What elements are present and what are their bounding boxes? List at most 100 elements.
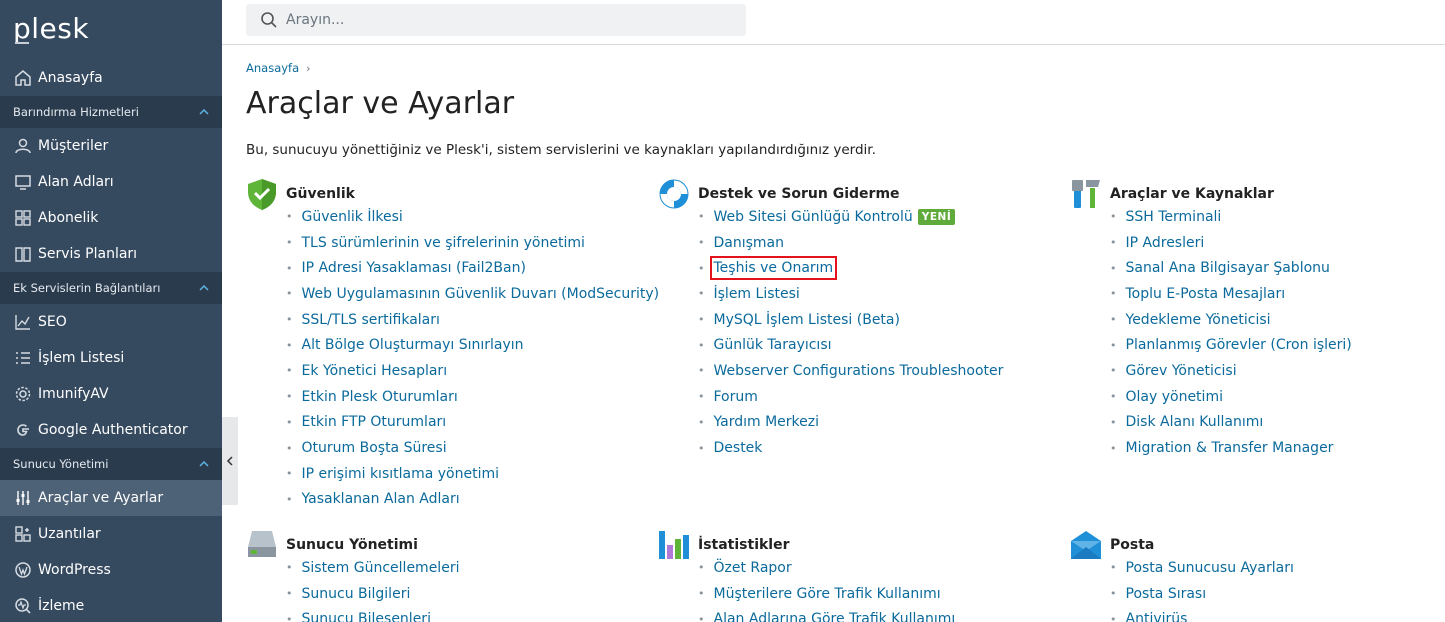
chart-icon — [13, 312, 33, 332]
link-tls-management[interactable]: TLS sürümlerinin ve şifrelerinin yönetim… — [286, 230, 659, 256]
link-diagnose-repair[interactable]: Teşhis ve Onarım — [698, 255, 1003, 281]
search-icon — [261, 12, 277, 28]
sidebar-item-extensions[interactable]: Uzantılar — [0, 516, 222, 552]
link-forum[interactable]: Forum — [698, 384, 1003, 410]
link-server-components[interactable]: Sunucu Bileşenleri — [286, 606, 459, 622]
server-icon — [248, 531, 276, 557]
link-webserver-troubleshooter[interactable]: Webserver Configurations Troubleshooter — [698, 358, 1004, 384]
link-system-updates[interactable]: Sistem Güncellemeleri — [286, 555, 460, 581]
sidebar: plesk Anasayfa Barındırma Hizmetleri Müş… — [0, 0, 222, 622]
link-migration-manager[interactable]: Migration & Transfer Manager — [1110, 435, 1352, 461]
sidebar-item-subscriptions[interactable]: Abonelik — [0, 200, 222, 236]
link-session-idle[interactable]: Oturum Boşta Süresi — [286, 435, 659, 461]
link-scheduled-tasks[interactable]: Planlanmış Görevler (Cron işleri) — [1110, 332, 1352, 358]
link-server-info[interactable]: Sunucu Bilgileri — [286, 581, 459, 607]
link-ssl-certificates[interactable]: SSL/TLS sertifikaları — [286, 307, 659, 333]
link-mail-server-settings[interactable]: Posta Sunucusu Ayarları — [1110, 555, 1294, 581]
sidebar-item-service-plans[interactable]: Servis Planları — [0, 236, 222, 272]
breadcrumb: Anasayfa › — [246, 61, 311, 75]
breadcrumb-home-link[interactable]: Anasayfa — [246, 61, 299, 75]
wordpress-icon — [13, 560, 33, 580]
link-ip-access[interactable]: IP erişimi kısıtlama yönetimi — [286, 461, 659, 487]
top-bar — [222, 0, 1445, 45]
sidebar-item-monitoring[interactable]: İzleme — [0, 588, 222, 622]
shield-check-icon — [248, 179, 276, 210]
chevron-up-icon — [199, 284, 209, 291]
link-ftp-sessions[interactable]: Etkin FTP Oturumları — [286, 410, 659, 436]
sidebar-item-process-list[interactable]: İşlem Listesi — [0, 340, 222, 376]
monitoring-icon — [13, 596, 33, 616]
link-mysql-process-list[interactable]: MySQL İşlem Listesi (Beta) — [698, 307, 1003, 333]
monitor-icon — [13, 172, 33, 192]
home-icon — [13, 68, 33, 88]
section-server-management[interactable]: Sunucu Yönetimi — [0, 448, 222, 480]
new-badge: YENİ — [917, 208, 956, 225]
highlight-box: Teşhis ve Onarım — [709, 256, 838, 281]
link-website-log-check[interactable]: Web Sitesi Günlüğü KontrolüYENİ — [698, 204, 1003, 230]
link-vhost-template[interactable]: Sanal Ana Bilgisayar Şablonu — [1110, 255, 1352, 281]
puzzle-icon — [13, 524, 33, 544]
link-plesk-sessions[interactable]: Etkin Plesk Oturumları — [286, 384, 659, 410]
google-icon — [13, 420, 33, 440]
link-additional-admins[interactable]: Ek Yönetici Hesapları — [286, 358, 659, 384]
sidebar-item-tools-settings[interactable]: Araçlar ve Ayarlar — [0, 480, 222, 516]
sidebar-item-google-authenticator[interactable]: Google Authenticator — [0, 412, 222, 448]
link-forbidden-domains[interactable]: Yasaklanan Alan Adları — [286, 487, 659, 513]
link-support[interactable]: Destek — [698, 435, 1003, 461]
link-traffic-by-customers[interactable]: Müşterilere Göre Trafik Kullanımı — [698, 581, 955, 607]
link-antivirus[interactable]: Antivirüs — [1110, 606, 1294, 622]
link-ip-addresses[interactable]: IP Adresleri — [1110, 230, 1352, 256]
sidebar-item-wordpress[interactable]: WordPress — [0, 552, 222, 588]
grid-icon — [13, 208, 33, 228]
group-title: Güvenlik — [286, 186, 355, 202]
link-traffic-by-domains[interactable]: Alan Adlarına Göre Trafik Kullanımı — [698, 606, 956, 622]
sidebar-item-domains[interactable]: Alan Adları — [0, 164, 222, 200]
list-icon — [13, 348, 33, 368]
page-description: Bu, sunucuyu yönettiğiniz ve Plesk'i, si… — [246, 142, 876, 158]
lifebuoy-icon — [659, 179, 689, 209]
link-process-list[interactable]: İşlem Listesi — [698, 281, 1003, 307]
link-advisor[interactable]: Danışman — [698, 230, 1003, 256]
link-mail-queue[interactable]: Posta Sırası — [1110, 581, 1294, 607]
chevron-left-icon — [226, 456, 233, 466]
link-security-policy[interactable]: Güvenlik İlkesi — [286, 204, 659, 230]
link-log-browser[interactable]: Günlük Tarayıcısı — [698, 332, 1003, 358]
group-title: Sunucu Yönetimi — [286, 537, 418, 553]
section-extra-services[interactable]: Ek Servislerin Bağlantıları — [0, 272, 222, 304]
chevron-up-icon — [199, 460, 209, 467]
group-title: Destek ve Sorun Giderme — [698, 186, 900, 202]
group-title: Araçlar ve Kaynaklar — [1110, 186, 1274, 202]
link-task-manager[interactable]: Görev Yöneticisi — [1110, 358, 1352, 384]
chevron-right-icon: › — [306, 61, 311, 75]
sidebar-item-seo[interactable]: SEO — [0, 304, 222, 340]
sidebar-item-home[interactable]: Anasayfa — [0, 60, 222, 96]
tools-icon — [1072, 180, 1100, 208]
link-summary-report[interactable]: Özet Rapor — [698, 555, 955, 581]
mail-icon — [1071, 531, 1101, 559]
link-help-center[interactable]: Yardım Merkezi — [698, 410, 1003, 436]
link-modsecurity[interactable]: Web Uygulamasının Güvenlik Duvarı (ModSe… — [286, 281, 660, 307]
sliders-icon — [13, 488, 33, 508]
link-subdomain-restriction[interactable]: Alt Bölge Oluşturmayı Sınırlayın — [286, 332, 659, 358]
page-title: Araçlar ve Ayarlar — [246, 86, 515, 121]
link-event-manager[interactable]: Olay yönetimi — [1110, 384, 1352, 410]
group-title: Posta — [1110, 537, 1155, 553]
group-title: İstatistikler — [698, 537, 790, 553]
sidebar-item-imunifyav[interactable]: ImunifyAV — [0, 376, 222, 412]
link-ssh-terminal[interactable]: SSH Terminali — [1110, 204, 1352, 230]
statistics-icon — [659, 531, 689, 559]
plesk-logo[interactable]: plesk — [0, 0, 222, 60]
gear-icon — [13, 384, 33, 404]
sidebar-collapse-button[interactable] — [222, 417, 238, 505]
section-hosting-services[interactable]: Barındırma Hizmetleri — [0, 96, 222, 128]
chevron-up-icon — [199, 108, 209, 115]
book-icon — [13, 244, 33, 264]
link-disk-usage[interactable]: Disk Alanı Kullanımı — [1110, 410, 1352, 436]
link-fail2ban[interactable]: IP Adresi Yasaklaması (Fail2Ban) — [286, 255, 659, 281]
search-box[interactable] — [246, 4, 746, 36]
user-icon — [13, 136, 33, 156]
search-input[interactable] — [286, 12, 726, 28]
link-backup-manager[interactable]: Yedekleme Yöneticisi — [1110, 307, 1352, 333]
link-mass-email[interactable]: Toplu E-Posta Mesajları — [1110, 281, 1352, 307]
sidebar-item-customers[interactable]: Müşteriler — [0, 128, 222, 164]
